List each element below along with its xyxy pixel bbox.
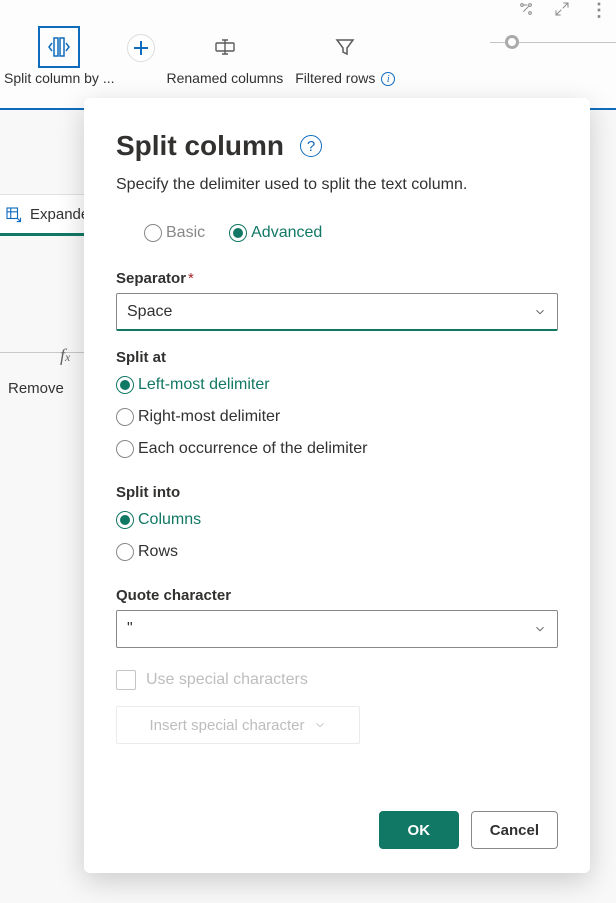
branch-icon[interactable] (518, 1, 534, 20)
step-add-between[interactable] (123, 30, 159, 90)
separator-value: Space (127, 303, 172, 321)
radio-circle-icon (144, 224, 162, 242)
step-label: Split column by ... (4, 70, 115, 86)
dialog-description: Specify the delimiter used to split the … (116, 176, 558, 194)
fx-icon[interactable]: fx (60, 345, 70, 366)
split-column-dialog: Split column ? Specify the delimiter use… (84, 98, 590, 873)
chevron-down-icon (533, 622, 547, 636)
radio-right-most[interactable]: Right-most delimiter (116, 408, 558, 426)
step-filtered-rows[interactable]: Filtered rows i (291, 30, 399, 90)
cancel-button[interactable]: Cancel (471, 811, 558, 849)
dialog-title: Split column (116, 130, 284, 162)
info-icon[interactable]: i (381, 72, 395, 86)
radio-each-occurrence[interactable]: Each occurrence of the delimiter (116, 440, 558, 458)
radio-label: Left-most delimiter (138, 376, 270, 394)
radio-left-most[interactable]: Left-most delimiter (116, 376, 558, 394)
split-at-group: Left-most delimiter Right-most delimiter… (116, 376, 558, 458)
step-split-column[interactable]: Split column by ... (0, 30, 119, 90)
rename-icon (208, 30, 242, 64)
quote-label: Quote character (116, 587, 558, 604)
checkbox-icon (116, 670, 136, 690)
radio-label: Each occurrence of the delimiter (138, 440, 367, 458)
split-into-group: Columns Rows (116, 511, 558, 561)
quote-select[interactable]: " (116, 610, 558, 648)
expand-icon[interactable] (554, 1, 570, 20)
radio-label: Right-most delimiter (138, 408, 280, 426)
remove-step-label[interactable]: Remove (8, 380, 64, 397)
separator-select[interactable]: Space (116, 293, 558, 331)
plus-icon (127, 34, 155, 62)
radio-basic[interactable]: Basic (144, 224, 205, 242)
radio-label: Basic (166, 224, 205, 242)
radio-circle-icon (116, 543, 134, 561)
step-label: Filtered rows i (295, 70, 395, 86)
insert-label: Insert special character (149, 717, 304, 734)
more-icon[interactable]: ⋮ (590, 0, 610, 21)
radio-advanced[interactable]: Advanced (229, 224, 322, 242)
filter-icon (328, 30, 362, 64)
chevron-down-icon (313, 718, 327, 732)
special-chars-checkbox-row[interactable]: Use special characters (116, 670, 558, 690)
step-renamed-columns[interactable]: Renamed columns (163, 30, 288, 90)
radio-circle-icon (116, 511, 134, 529)
radio-circle-icon (116, 408, 134, 426)
radio-label: Columns (138, 511, 201, 529)
quote-value: " (127, 620, 133, 638)
step-label: Renamed columns (167, 70, 284, 86)
radio-circle-icon (116, 440, 134, 458)
chevron-down-icon (533, 305, 547, 319)
dialog-footer: OK Cancel (116, 791, 558, 849)
background-ribbon-area: ⋮ Split column by ... (0, 0, 616, 110)
table-expand-icon (4, 205, 22, 223)
radio-circle-icon (229, 224, 247, 242)
radio-label: Advanced (251, 224, 322, 242)
radio-rows[interactable]: Rows (116, 543, 558, 561)
insert-special-char-button: Insert special character (116, 706, 360, 744)
split-column-icon (42, 30, 76, 64)
split-into-label: Split into (116, 484, 558, 501)
top-right-toolbar: ⋮ (518, 0, 610, 21)
radio-columns[interactable]: Columns (116, 511, 558, 529)
radio-label: Rows (138, 543, 178, 561)
ok-button[interactable]: OK (379, 811, 459, 849)
mode-radio-group: Basic Advanced (144, 224, 558, 242)
radio-circle-icon (116, 376, 134, 394)
split-at-label: Split at (116, 349, 558, 366)
separator-label: Separator* (116, 270, 558, 287)
help-icon[interactable]: ? (300, 135, 322, 157)
checkbox-label: Use special characters (146, 671, 308, 689)
applied-steps-ribbon: Split column by ... Renamed columns (0, 30, 616, 90)
